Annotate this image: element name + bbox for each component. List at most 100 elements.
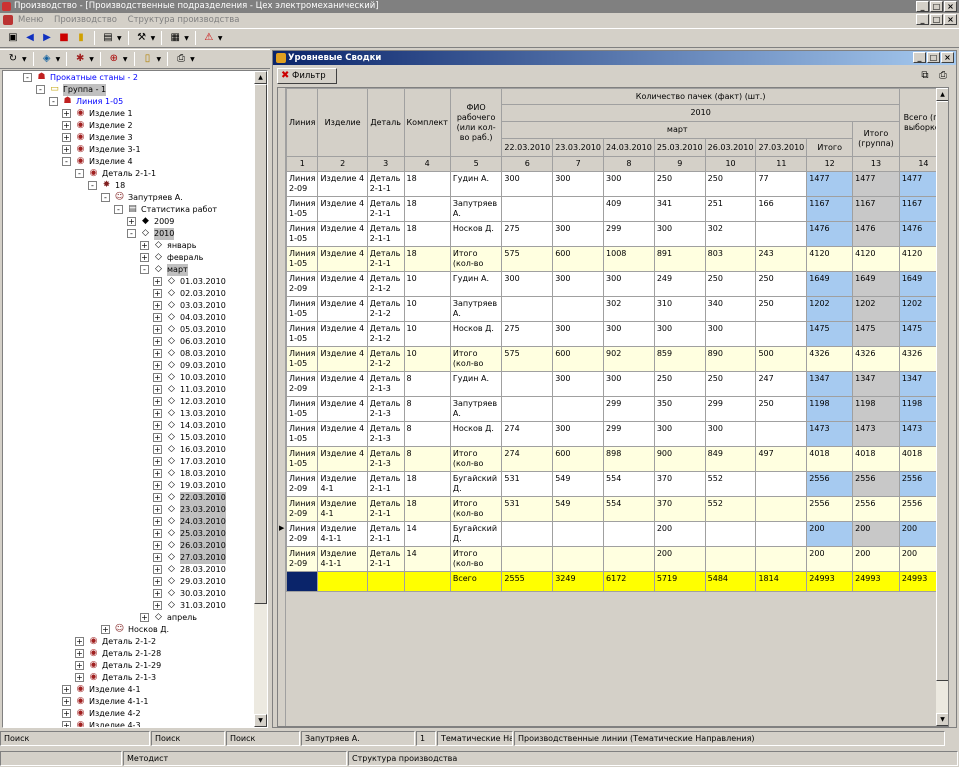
tree-node[interactable]: + ◉ Изделие 1 bbox=[3, 108, 255, 120]
tree-node[interactable]: + ◇ 18.03.2010 bbox=[3, 468, 255, 480]
chevron-down-icon[interactable]: ▼ bbox=[190, 56, 195, 63]
table-cell[interactable]: 300 bbox=[704, 321, 757, 347]
table-cell[interactable]: 249 bbox=[653, 271, 706, 297]
tree-node-label[interactable]: Изделие 2 bbox=[89, 120, 133, 132]
tree-node-label[interactable]: 2009 bbox=[154, 216, 174, 228]
tree-node[interactable]: + ◇ 03.03.2010 bbox=[3, 300, 255, 312]
tree-node[interactable]: + ◉ Изделие 4-1-1 bbox=[3, 696, 255, 708]
chevron-down-icon[interactable]: ▼ bbox=[56, 56, 61, 63]
table-row[interactable]: Линия 2-09 Изделие 4-1 Деталь 2-1-1 18 Бугай… bbox=[285, 471, 948, 497]
table-cell[interactable]: 8 bbox=[403, 396, 451, 422]
tools-icon[interactable]: ⚒ bbox=[135, 31, 149, 45]
table-cell[interactable]: 166 bbox=[755, 196, 808, 222]
table-cell[interactable]: Носков Д. bbox=[449, 321, 503, 347]
table-cell[interactable] bbox=[755, 471, 808, 497]
expand-icon[interactable]: + bbox=[75, 637, 84, 646]
table-cell[interactable]: Итого (кол-во bbox=[449, 496, 503, 522]
tree-node-label[interactable]: 27.03.2010 bbox=[180, 552, 226, 564]
table-row[interactable]: Линия 1-05 Изделие 4 Деталь 2-1-2 10 Запутря… bbox=[285, 296, 948, 322]
tree-node-label[interactable]: 15.03.2010 bbox=[180, 432, 226, 444]
total-cell[interactable] bbox=[317, 571, 368, 592]
collapse-icon[interactable]: - bbox=[62, 157, 71, 166]
table-cell[interactable]: 4326 bbox=[806, 346, 854, 372]
table-row[interactable]: Линия 2-09 Изделие 4 Деталь 2-1-1 18 Гудин А… bbox=[285, 171, 948, 197]
expand-icon[interactable]: + bbox=[75, 661, 84, 670]
table-cell[interactable]: Деталь 2-1-1 bbox=[366, 471, 405, 497]
chevron-down-icon[interactable]: ▼ bbox=[89, 56, 94, 63]
table-cell[interactable]: Линия 1-05 bbox=[285, 296, 319, 322]
grid-scrollbar[interactable]: ▲ ▼ bbox=[936, 88, 948, 726]
table-cell[interactable]: Носков Д. bbox=[449, 221, 503, 247]
col-header-worker[interactable]: ФИО рабочего (или кол-во раб.) bbox=[449, 88, 503, 157]
tree-node-label[interactable]: 19.03.2010 bbox=[180, 480, 226, 492]
expand-icon[interactable]: + bbox=[153, 577, 162, 586]
table-cell[interactable]: 1476 bbox=[806, 221, 854, 247]
collapse-icon[interactable]: - bbox=[127, 229, 136, 238]
table-cell[interactable]: Изделие 4-1-1 bbox=[317, 521, 368, 547]
table-cell[interactable]: Деталь 2-1-1 bbox=[366, 521, 405, 547]
chevron-down-icon[interactable]: ▼ bbox=[157, 56, 162, 63]
table-cell[interactable]: Деталь 2-1-3 bbox=[366, 446, 405, 472]
menu-item-structure[interactable]: Структура производства bbox=[124, 13, 244, 27]
back-arrow-icon[interactable]: ◀ bbox=[23, 31, 37, 45]
tree-node-label[interactable]: март bbox=[167, 264, 188, 276]
total-cell[interactable]: 5719 bbox=[653, 571, 706, 592]
table-cell[interactable]: Деталь 2-1-1 bbox=[366, 196, 405, 222]
tree-node[interactable]: - ☗ Линия 1-05 bbox=[3, 96, 255, 108]
table-cell[interactable]: Линия 2-09 bbox=[285, 171, 319, 197]
expand-icon[interactable]: + bbox=[153, 529, 162, 538]
exit-door-icon[interactable]: ▮ bbox=[74, 31, 88, 45]
tree-node-label[interactable]: Изделие 4-3 bbox=[89, 720, 141, 727]
table-cell[interactable]: 250 bbox=[755, 396, 808, 422]
expand-icon[interactable]: + bbox=[101, 625, 110, 634]
table-cell[interactable]: 898 bbox=[603, 446, 655, 472]
table-cell[interactable]: 900 bbox=[653, 446, 706, 472]
tree-node[interactable]: + ◇ 26.03.2010 bbox=[3, 540, 255, 552]
table-cell[interactable]: 549 bbox=[552, 496, 605, 522]
tree-node[interactable]: + ◇ 10.03.2010 bbox=[3, 372, 255, 384]
table-cell[interactable]: Линия 1-05 bbox=[285, 246, 319, 272]
tree-node-label[interactable]: 04.03.2010 bbox=[180, 312, 226, 324]
forward-arrow-icon[interactable]: ▶ bbox=[40, 31, 54, 45]
table-cell[interactable]: 554 bbox=[603, 496, 655, 522]
table-cell[interactable]: 200 bbox=[852, 521, 900, 547]
tree-node-label[interactable]: Изделие 3 bbox=[89, 132, 133, 144]
tree-node-label[interactable]: 16.03.2010 bbox=[180, 444, 226, 456]
expand-icon[interactable]: + bbox=[153, 433, 162, 442]
chevron-down-icon[interactable]: ▼ bbox=[184, 35, 189, 42]
tree-node-label[interactable]: 09.03.2010 bbox=[180, 360, 226, 372]
table-cell[interactable]: 500 bbox=[755, 346, 808, 372]
table-cell[interactable]: 250 bbox=[704, 271, 757, 297]
tree-node[interactable]: + ◇ 02.03.2010 bbox=[3, 288, 255, 300]
expand-icon[interactable]: + bbox=[153, 517, 162, 526]
tree-node-label[interactable]: 14.03.2010 bbox=[180, 420, 226, 432]
total-cell[interactable]: 2555 bbox=[501, 571, 554, 592]
tree-node-label[interactable]: Носков Д. bbox=[128, 624, 169, 636]
tree-node[interactable]: + ◇ 12.03.2010 bbox=[3, 396, 255, 408]
search-field-2[interactable]: Поиск bbox=[151, 731, 225, 746]
maximize-button[interactable]: □ bbox=[930, 1, 943, 12]
table-row[interactable]: Линия 1-05 Изделие 4 Деталь 2-1-1 18 Носков … bbox=[285, 221, 948, 247]
tree-node[interactable]: + ◇ 29.03.2010 bbox=[3, 576, 255, 588]
expand-icon[interactable]: + bbox=[153, 481, 162, 490]
tree-node-label[interactable]: 22.03.2010 bbox=[180, 492, 226, 504]
minimize-button[interactable]: _ bbox=[916, 1, 929, 12]
table-row[interactable]: Линия 1-05 Изделие 4 Деталь 2-1-1 18 Запутря… bbox=[285, 196, 948, 222]
tree-node[interactable]: + ◉ Деталь 2-1-3 bbox=[3, 672, 255, 684]
table-cell[interactable]: 300 bbox=[552, 321, 605, 347]
tree-node-label[interactable]: апрель bbox=[167, 612, 197, 624]
table-cell[interactable]: Деталь 2-1-2 bbox=[366, 296, 405, 322]
table-row[interactable]: Линия 2-09 Изделие 4 Деталь 2-1-2 10 Гудин А… bbox=[285, 271, 948, 297]
tree-node-label[interactable]: 29.03.2010 bbox=[180, 576, 226, 588]
table-cell[interactable]: Гудин А. bbox=[449, 371, 503, 397]
table-row[interactable]: Линия 1-05 Изделие 4 Деталь 2-1-2 10 Итого (… bbox=[285, 346, 948, 372]
table-cell[interactable]: Запутряев А. bbox=[449, 296, 503, 322]
tree-node-label[interactable]: 18.03.2010 bbox=[180, 468, 226, 480]
table-cell[interactable]: 18 bbox=[403, 171, 451, 197]
chevron-down-icon[interactable]: ▼ bbox=[117, 35, 122, 42]
expand-icon[interactable]: + bbox=[153, 505, 162, 514]
collapse-icon[interactable]: - bbox=[88, 181, 97, 190]
tree-node[interactable]: + ◇ 25.03.2010 bbox=[3, 528, 255, 540]
table-cell[interactable]: Линия 2-09 bbox=[285, 521, 319, 547]
col-header-date[interactable]: 22.03.2010 bbox=[501, 138, 554, 157]
